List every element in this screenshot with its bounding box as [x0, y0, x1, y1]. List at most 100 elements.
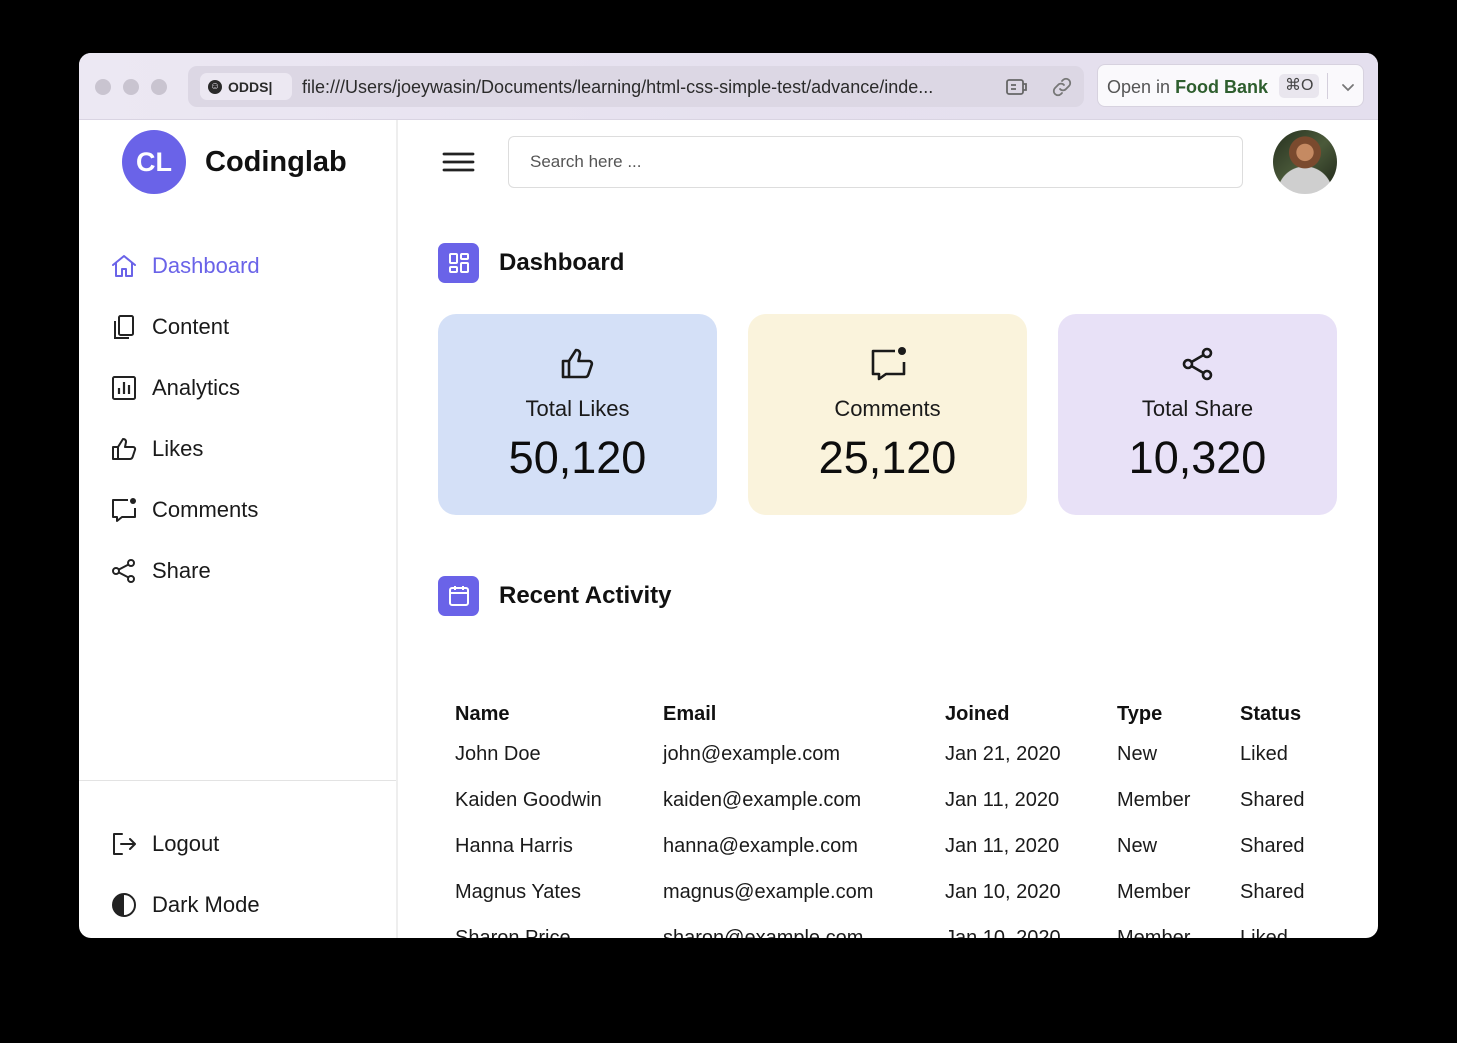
search-input[interactable]: [508, 136, 1243, 188]
cell-type: Member: [1117, 927, 1191, 938]
table-row: Kaiden Goodwin kaiden@example.com Jan 11…: [455, 779, 1330, 825]
share-icon: [112, 559, 135, 583]
stat-card-value: 25,120: [818, 432, 957, 483]
open-in-app-button[interactable]: Open in Food Bank ⌘O: [1097, 64, 1364, 107]
cell-joined: Jan 10, 2020: [945, 927, 1061, 938]
column-header: Type: [1117, 703, 1163, 725]
column-header: Name: [455, 703, 510, 725]
browser-titlebar: ☺ ODDS| file:///Users/joeywasin/Document…: [79, 53, 1378, 120]
calendar-icon: [448, 586, 469, 606]
cell-status: Liked: [1240, 927, 1288, 938]
browser-window: ☺ ODDS| file:///Users/joeywasin/Document…: [79, 53, 1378, 938]
sidebar-item-label: Comments: [152, 497, 259, 522]
smiley-icon: ☺: [208, 79, 222, 94]
extension-badge[interactable]: ☺ ODDS|: [200, 73, 292, 100]
cell-joined: Jan 11, 2020: [945, 835, 1060, 857]
sidebar-item-content[interactable]: Content: [110, 312, 229, 342]
column-header: Joined: [945, 703, 1010, 725]
open-in-app-name: Food Bank: [1175, 77, 1269, 97]
contrast-icon: [112, 893, 136, 917]
sidebar-item-dashboard[interactable]: Dashboard: [110, 251, 260, 281]
files-icon: [114, 315, 134, 339]
sidebar-item-analytics[interactable]: Analytics: [110, 373, 240, 403]
table-row: Hanna Harris hanna@example.com Jan 11, 2…: [455, 825, 1330, 871]
cell-email: sharon@example.com: [663, 927, 864, 938]
sidebar-item-likes[interactable]: Likes: [110, 434, 203, 464]
grid-icon: [448, 253, 469, 273]
stat-card-label: Total Share: [1141, 396, 1254, 421]
activity-section-icon: [438, 576, 479, 616]
logout-label: Logout: [152, 831, 220, 856]
cell-email: hanna@example.com: [663, 835, 858, 857]
sidebar-item-comments[interactable]: Comments: [110, 495, 258, 525]
comment-icon: [112, 498, 136, 522]
sidebar-item-share[interactable]: Share: [110, 556, 211, 586]
dark-mode-label: Dark Mode: [152, 892, 260, 917]
stat-card-likes: Total Likes 50,120: [438, 314, 717, 515]
cell-joined: Jan 10, 2020: [945, 881, 1061, 903]
cell-status: Shared: [1240, 789, 1305, 811]
cell-name: Sharon Price: [455, 927, 571, 938]
cell-email: john@example.com: [663, 743, 841, 765]
sidebar-item-label: Dashboard: [152, 253, 260, 278]
user-avatar[interactable]: [1273, 130, 1337, 194]
open-in-label: Open in Food Bank: [1107, 77, 1268, 98]
sidebar: CL Codinglab Dashboard Content Analytics: [79, 120, 398, 938]
sidebar-item-label: Likes: [152, 436, 204, 461]
share-icon: [1182, 347, 1213, 381]
minimize-window-button[interactable]: [123, 79, 139, 95]
stat-card-share: Total Share 10,320: [1058, 314, 1337, 515]
activity-title: Recent Activity: [499, 582, 672, 609]
cell-status: Shared: [1240, 835, 1305, 857]
stat-card-value: 50,120: [508, 432, 647, 483]
shortcut-badge: ⌘O: [1279, 74, 1320, 98]
url-text[interactable]: file:///Users/joeywasin/Documents/learni…: [302, 77, 992, 98]
cell-type: New: [1117, 835, 1158, 857]
cell-email: kaiden@example.com: [663, 789, 862, 811]
comment-icon: [871, 347, 906, 381]
sidebar-item-label: Content: [152, 314, 230, 339]
logo-badge: CL: [122, 130, 186, 194]
reader-icon[interactable]: [1005, 76, 1029, 98]
extension-badge-label: ODDS|: [228, 78, 273, 95]
dashboard-section-icon: [438, 243, 479, 283]
sidebar-item-label: Share: [152, 558, 211, 583]
table-row: John Doe john@example.com Jan 21, 2020 N…: [455, 743, 1330, 779]
stat-card-label: Comments: [834, 396, 941, 421]
open-in-prefix: Open in: [1107, 77, 1171, 97]
cell-name: Magnus Yates: [455, 881, 582, 903]
activity-table: Name Email Joined Type Status John Doe j…: [455, 703, 1330, 938]
close-window-button[interactable]: [95, 79, 111, 95]
logout-icon: [113, 833, 136, 855]
home-icon: [112, 255, 136, 277]
zoom-window-button[interactable]: [151, 79, 167, 95]
cell-status: Shared: [1240, 881, 1305, 903]
cell-type: Member: [1117, 881, 1191, 903]
cell-name: John Doe: [455, 743, 541, 765]
cell-name: Kaiden Goodwin: [455, 789, 602, 811]
column-header: Status: [1240, 703, 1302, 725]
chart-icon: [112, 376, 136, 400]
address-bar[interactable]: ☺ ODDS| file:///Users/joeywasin/Document…: [188, 66, 1084, 107]
sidebar-item-label: Analytics: [152, 375, 241, 400]
link-icon[interactable]: [1050, 76, 1074, 98]
thumbs-up-icon: [112, 438, 137, 460]
divider: [1327, 73, 1328, 99]
logout-button[interactable]: Logout: [110, 829, 219, 859]
chevron-down-icon[interactable]: [1340, 79, 1356, 95]
cell-type: New: [1117, 743, 1158, 765]
table-row: Magnus Yates magnus@example.com Jan 10, …: [455, 871, 1330, 917]
cell-email: magnus@example.com: [663, 881, 874, 903]
cell-joined: Jan 21, 2020: [945, 743, 1061, 765]
dashboard-title: Dashboard: [499, 249, 625, 276]
cell-name: Hanna Harris: [455, 835, 573, 857]
dark-mode-toggle[interactable]: Dark Mode: [110, 890, 260, 920]
hamburger-menu-icon[interactable]: [441, 148, 475, 176]
main-content: Dashboard Total Likes 50,120 Comments 25…: [400, 120, 1378, 938]
logo-name: Codinglab: [205, 146, 347, 178]
stat-card-comments: Comments 25,120: [748, 314, 1027, 515]
table-row: Sharon Price sharon@example.com Jan 10, …: [455, 917, 1330, 938]
stat-card-value: 10,320: [1128, 432, 1267, 483]
thumbs-up-icon: [561, 348, 594, 379]
table-header-row: Name Email Joined Type Status: [455, 703, 1330, 743]
